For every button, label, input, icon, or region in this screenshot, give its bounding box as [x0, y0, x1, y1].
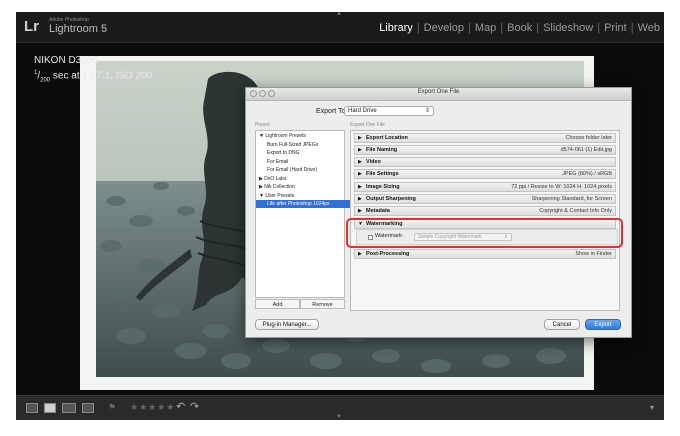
- module-library[interactable]: Library: [379, 22, 413, 34]
- preset-item[interactable]: ▼ User Presets: [256, 192, 347, 200]
- preset-item[interactable]: ▶ DxO Labs: [256, 175, 347, 183]
- survey-view-icon[interactable]: [82, 403, 94, 413]
- preset-item[interactable]: Life after Photoshop 1024px: [256, 200, 355, 208]
- disclosure-triangle-icon[interactable]: ▶: [358, 250, 362, 258]
- export-to-label: Export To:: [316, 108, 348, 115]
- preset-item[interactable]: ▼ Lightroom Presets: [256, 132, 347, 140]
- preset-item[interactable]: ▶ Nik Collection: [256, 183, 347, 191]
- module-slideshow[interactable]: Slideshow: [543, 22, 593, 34]
- section-title: Video: [366, 159, 381, 165]
- module-book[interactable]: Book: [507, 22, 532, 34]
- grid-view-icon[interactable]: [26, 403, 38, 413]
- export-dialog: Export One File Export To: Hard Drive ⇕ …: [245, 87, 632, 338]
- export-button[interactable]: Export: [585, 319, 621, 330]
- section-summary: Show in Finder: [575, 251, 612, 257]
- disclosure-triangle-icon[interactable]: ▶: [358, 134, 362, 142]
- section-post-processing[interactable]: ▶ Post-Processing Show in Finder: [354, 249, 616, 259]
- preset-item[interactable]: For Email (Hard Drive): [256, 166, 355, 174]
- settings-header-label: Export One File: [350, 122, 385, 128]
- section-title: Output Sharpening: [366, 196, 416, 202]
- preset-list: ▼ Lightroom Presets Burn Full-Sized JPEGs…: [255, 130, 355, 298]
- preset-item[interactable]: For Email: [256, 158, 355, 166]
- exposure-numerator: 1: [34, 70, 38, 76]
- section-title: Export Location: [366, 135, 408, 141]
- collapse-top-panel-icon[interactable]: ▲: [336, 12, 342, 17]
- loupe-view-icon[interactable]: [44, 403, 56, 413]
- preset-item[interactable]: Export to DNG: [256, 149, 355, 157]
- section-title: File Settings: [366, 171, 399, 177]
- section-summary: Choose folder later: [565, 135, 612, 141]
- disclosure-triangle-icon[interactable]: ▶: [358, 183, 362, 191]
- section-output-sharpening[interactable]: ▶ Output Sharpening Sharpening Standard, f…: [354, 194, 616, 204]
- disclosure-triangle-icon[interactable]: ▶: [358, 158, 362, 166]
- section-summary: JPEG (80%) / sRGB: [562, 171, 612, 177]
- disclosure-triangle-icon[interactable]: ▶: [358, 146, 362, 154]
- add-preset-button[interactable]: Add: [255, 299, 300, 309]
- section-image-sizing[interactable]: ▶ Image Sizing 72 ppi / Resize to W: 1024 …: [354, 182, 616, 192]
- section-title: File Naming: [366, 147, 398, 153]
- app-name: Lightroom 5: [49, 23, 108, 35]
- export-to-value: Hard Drive: [348, 108, 377, 114]
- top-panel: ▲ Lr Adobe Photoshop Lightroom 5 Library…: [16, 12, 664, 43]
- flag-icon[interactable]: ⚑: [108, 402, 116, 413]
- camera-model: NIKON D3005: [34, 55, 98, 66]
- exposure-info: 1/200 sec at ƒ / 7.1, ISO 200: [34, 70, 153, 84]
- dialog-title: Export One File: [417, 89, 460, 95]
- disclosure-triangle-icon[interactable]: ▶: [358, 207, 362, 215]
- preset-label: Preset:: [255, 122, 271, 128]
- rating-stars[interactable]: ★★★★★: [130, 402, 175, 413]
- select-arrows-icon: ⇕: [424, 108, 430, 114]
- section-video[interactable]: ▶ Video: [354, 157, 616, 167]
- rotate-right-icon[interactable]: ↷: [190, 400, 199, 413]
- module-print[interactable]: Print: [604, 22, 627, 34]
- module-web[interactable]: Web: [638, 22, 660, 34]
- plugin-manager-button[interactable]: Plug-in Manager...: [255, 319, 319, 330]
- toolbar-menu-icon[interactable]: ▾: [650, 403, 654, 412]
- section-metadata[interactable]: ▶ Metadata Copyright & Contact Info Only: [354, 206, 616, 216]
- module-map[interactable]: Map: [475, 22, 496, 34]
- section-file-naming[interactable]: ▶ File Naming d574-061 (1) Edit.jpg: [354, 145, 616, 155]
- collapse-bottom-panel-icon[interactable]: ▼: [336, 414, 342, 420]
- cancel-button[interactable]: Cancel: [544, 319, 580, 330]
- compare-view-icon[interactable]: [62, 403, 76, 413]
- dialog-titlebar: Export One File: [246, 88, 631, 101]
- camera-info-overlay: NIKON D3005 1/200 sec at ƒ / 7.1, ISO 20…: [34, 54, 152, 87]
- exposure-rest: sec at ƒ / 7.1, ISO 200: [52, 70, 153, 82]
- watermark-highlight-box: [346, 218, 623, 248]
- export-to-select[interactable]: Hard Drive ⇕: [344, 106, 434, 116]
- preset-buttons: Add Remove: [255, 299, 345, 309]
- section-title: Image Sizing: [366, 184, 400, 190]
- lightroom-logo: Lr: [24, 18, 39, 35]
- disclosure-triangle-icon[interactable]: ▶: [358, 195, 362, 203]
- module-develop[interactable]: Develop: [424, 22, 464, 34]
- rotate-left-icon[interactable]: ↶: [176, 400, 185, 413]
- section-title: Post-Processing: [366, 251, 410, 257]
- remove-preset-button[interactable]: Remove: [300, 299, 345, 309]
- module-picker: Library | Develop | Map | Book | Slideshow | Print…: [379, 22, 660, 34]
- section-summary: d574-061 (1) Edit.jpg: [560, 147, 612, 153]
- disclosure-triangle-icon[interactable]: ▶: [358, 170, 362, 178]
- section-export-location[interactable]: ▶ Export Location Choose folder later: [354, 133, 616, 143]
- preset-item[interactable]: Burn Full-Sized JPEGs: [256, 141, 355, 149]
- exposure-denominator: 200: [40, 77, 51, 84]
- section-summary: Copyright & Contact Info Only: [539, 208, 612, 214]
- section-title: Metadata: [366, 208, 390, 214]
- section-summary: 72 ppi / Resize to W: 1024 H: 1024 pixel…: [511, 184, 612, 190]
- section-summary: Sharpening Standard, for Screen: [531, 196, 612, 202]
- section-file-settings[interactable]: ▶ File Settings JPEG (80%) / sRGB: [354, 169, 616, 179]
